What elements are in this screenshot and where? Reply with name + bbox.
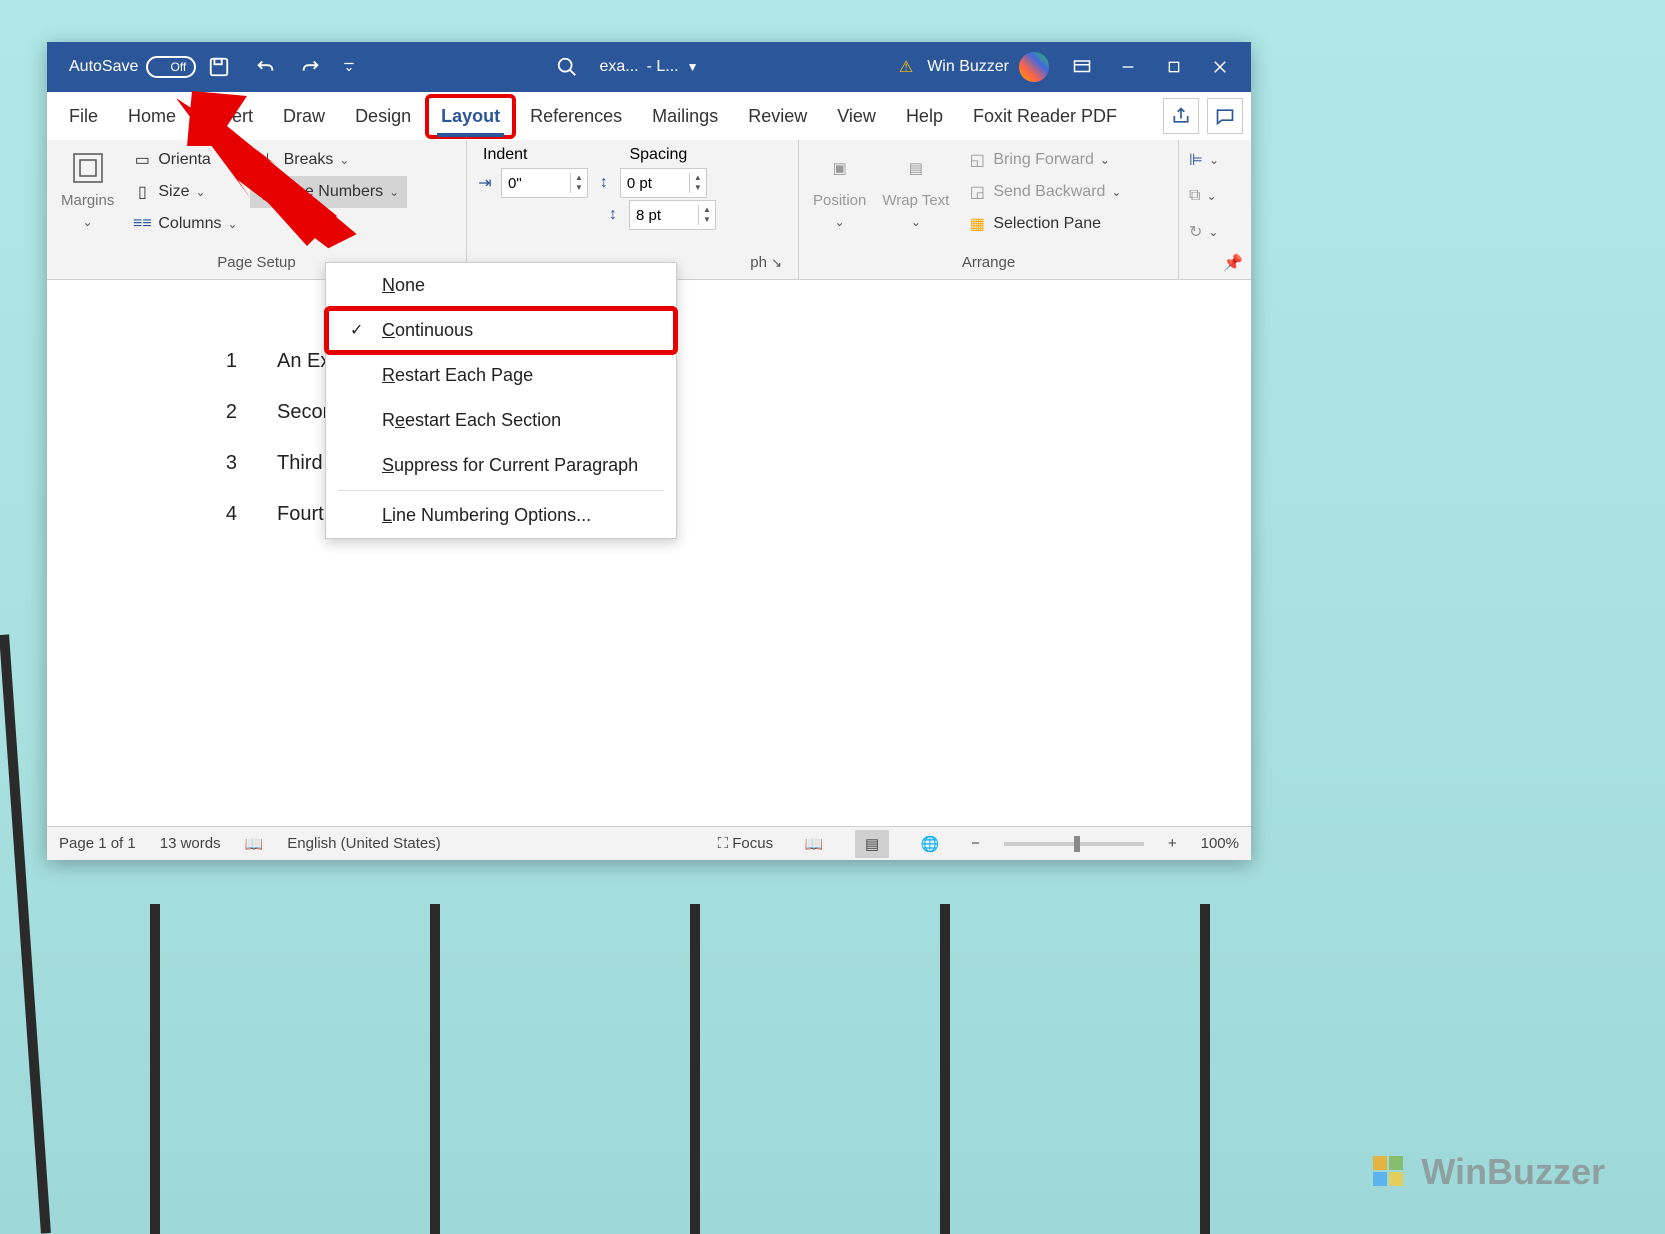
breaks-icon: ⤓ bbox=[258, 150, 278, 170]
margins-button[interactable]: Margins ⌄ bbox=[55, 144, 120, 235]
spacing-before-input[interactable]: ▲▼ bbox=[620, 168, 707, 198]
word-window: AutoSave Off exa... - L... ▼ ⚠ Win Buzze… bbox=[47, 42, 1251, 860]
dropdown-none[interactable]: None bbox=[326, 263, 676, 308]
minimize-button[interactable] bbox=[1105, 42, 1151, 92]
line-numbers-dropdown: None Continuous Restart Each Page Reesta… bbox=[325, 262, 677, 539]
focus-mode-button[interactable]: ⛶ Focus bbox=[718, 835, 774, 852]
tab-view[interactable]: View bbox=[823, 96, 890, 137]
position-button[interactable]: ▣ Position ⌄ bbox=[807, 144, 872, 235]
tab-design[interactable]: Design bbox=[341, 96, 425, 137]
arrange-group-label: Arrange bbox=[807, 250, 1170, 275]
search-button[interactable] bbox=[544, 42, 590, 92]
undo-button[interactable] bbox=[242, 42, 288, 92]
user-name[interactable]: Win Buzzer bbox=[927, 58, 1009, 76]
statusbar: Page 1 of 1 13 words 📖 English (United S… bbox=[47, 826, 1251, 860]
zoom-out-button[interactable]: − bbox=[971, 835, 980, 852]
tab-mailings[interactable]: Mailings bbox=[638, 96, 732, 137]
indent-left-input[interactable]: ▲▼ bbox=[501, 168, 588, 198]
watermark: WinBuzzer bbox=[1367, 1150, 1605, 1194]
line-numbers-icon: 1-2- bbox=[258, 182, 278, 202]
indent-left-icon: ⇥ bbox=[475, 173, 495, 193]
tab-draw[interactable]: Draw bbox=[269, 96, 339, 137]
autosave-label: AutoSave bbox=[69, 58, 138, 76]
spacing-after-icon: ↕ bbox=[603, 205, 623, 225]
spacing-after-input[interactable]: ▲▼ bbox=[629, 200, 716, 230]
read-mode-button[interactable]: 📖 bbox=[797, 830, 831, 858]
orientation-button[interactable]: ▭ Orienta bbox=[124, 144, 245, 176]
wrap-text-button[interactable]: ▤ Wrap Text ⌄ bbox=[876, 144, 955, 235]
wrap-text-icon: ▤ bbox=[898, 150, 934, 186]
dropdown-restart-section[interactable]: Reestart Each Section bbox=[326, 398, 676, 443]
indent-label: Indent bbox=[483, 146, 527, 164]
autosave-toggle[interactable]: Off bbox=[146, 56, 196, 78]
qat-dropdown[interactable] bbox=[334, 42, 364, 92]
avatar[interactable] bbox=[1019, 52, 1049, 82]
page-indicator[interactable]: Page 1 of 1 bbox=[59, 835, 136, 852]
document-title: exa... - L... ▼ bbox=[599, 58, 698, 76]
dropdown-restart-page[interactable]: Restart Each Page bbox=[326, 353, 676, 398]
ribbon-tabs: File Home ert Draw Design Layout Referen… bbox=[47, 92, 1251, 140]
columns-button[interactable]: ≡≡ Columns⌄ bbox=[124, 208, 245, 240]
selection-pane-icon: ▦ bbox=[967, 214, 987, 234]
tab-file[interactable]: File bbox=[55, 96, 112, 137]
breaks-button[interactable]: ⤓ Breaks⌄ bbox=[250, 144, 408, 176]
save-button[interactable] bbox=[196, 42, 242, 92]
maximize-button[interactable] bbox=[1151, 42, 1197, 92]
tab-layout[interactable]: Layout bbox=[427, 96, 514, 137]
tab-home[interactable]: Home bbox=[114, 96, 190, 137]
dropdown-continuous[interactable]: Continuous bbox=[326, 308, 676, 353]
tab-help[interactable]: Help bbox=[892, 96, 957, 137]
language-indicator[interactable]: English (United States) bbox=[287, 835, 440, 852]
margins-icon bbox=[70, 150, 106, 186]
size-button[interactable]: ▯ Size⌄ bbox=[124, 176, 245, 208]
comments-button[interactable] bbox=[1207, 98, 1243, 134]
zoom-level[interactable]: 100% bbox=[1201, 835, 1239, 852]
word-count[interactable]: 13 words bbox=[160, 835, 221, 852]
print-layout-button[interactable]: ▤ bbox=[855, 830, 889, 858]
titlebar: AutoSave Off exa... - L... ▼ ⚠ Win Buzze… bbox=[47, 42, 1251, 92]
position-icon: ▣ bbox=[822, 150, 858, 186]
orientation-icon: ▭ bbox=[132, 150, 152, 170]
ribbon: Margins ⌄ ▭ Orienta ▯ Size⌄ ≡≡ Columns⌄ bbox=[47, 140, 1251, 280]
tab-review[interactable]: Review bbox=[734, 96, 821, 137]
redo-button[interactable] bbox=[288, 42, 334, 92]
watermark-text: WinBuzzer bbox=[1421, 1151, 1605, 1193]
pin-ribbon-icon[interactable]: 📌 bbox=[1223, 253, 1243, 273]
align-button[interactable]: ⊫⌄ bbox=[1187, 144, 1221, 176]
web-layout-button[interactable]: 🌐 bbox=[913, 830, 947, 858]
send-backward-button[interactable]: ◲ Send Backward⌄ bbox=[959, 176, 1129, 208]
dropdown-suppress[interactable]: Suppress for Current Paragraph bbox=[326, 443, 676, 488]
dropdown-options[interactable]: Line Numbering Options... bbox=[326, 493, 676, 538]
selection-pane-button[interactable]: ▦ Selection Pane bbox=[959, 208, 1129, 240]
ribbon-display-button[interactable] bbox=[1059, 42, 1105, 92]
send-backward-icon: ◲ bbox=[967, 182, 987, 202]
group-button[interactable]: ⧉⌄ bbox=[1187, 180, 1219, 212]
line-numbers-button[interactable]: 1-2- Line Numbers⌄ bbox=[250, 176, 408, 208]
bring-forward-button[interactable]: ◱ Bring Forward⌄ bbox=[959, 144, 1129, 176]
columns-icon: ≡≡ bbox=[132, 214, 152, 234]
spacing-label: Spacing bbox=[629, 146, 687, 164]
share-button[interactable] bbox=[1163, 98, 1199, 134]
tab-insert[interactable]: ert bbox=[192, 96, 267, 137]
tab-references[interactable]: References bbox=[516, 96, 636, 137]
bring-forward-icon: ◱ bbox=[967, 150, 987, 170]
zoom-slider[interactable] bbox=[1004, 842, 1144, 846]
tab-foxit[interactable]: Foxit Reader PDF bbox=[959, 96, 1131, 137]
warning-icon: ⚠ bbox=[899, 57, 913, 77]
size-icon: ▯ bbox=[132, 182, 152, 202]
close-button[interactable] bbox=[1197, 42, 1243, 92]
spelling-icon[interactable]: 📖 bbox=[245, 835, 264, 853]
zoom-in-button[interactable]: + bbox=[1168, 835, 1177, 852]
watermark-logo-icon bbox=[1367, 1150, 1411, 1194]
rotate-button[interactable]: ↻⌄ bbox=[1187, 216, 1220, 248]
spacing-before-icon: ↕ bbox=[594, 173, 614, 193]
